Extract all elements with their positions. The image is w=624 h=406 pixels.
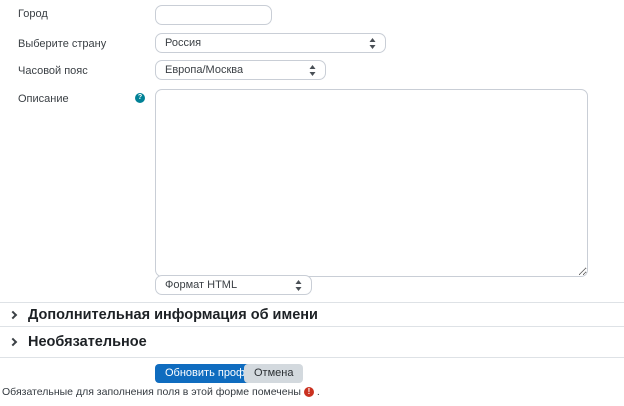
section-title: Необязательное [28,334,147,350]
required-icon: ! [304,387,314,397]
section-additional-names[interactable]: Дополнительная информация об имени [0,303,624,326]
section-optional[interactable]: Необязательное [0,328,624,356]
country-select-value: Россия [165,37,201,49]
country-select[interactable]: Россия [155,33,386,53]
country-label: Выберите страну [18,37,106,51]
select-updown-icon [369,38,376,49]
profile-edit-form: Город Выберите страну Россия Часовой поя… [0,0,624,406]
chevron-right-icon [9,338,17,346]
cancel-button[interactable]: Отмена [244,364,303,383]
description-textarea[interactable] [155,89,588,277]
timezone-select[interactable]: Европа/Москва [155,60,326,80]
select-updown-icon [309,65,316,76]
divider [0,326,624,327]
text-format-select[interactable]: Формат HTML [155,275,312,295]
timezone-label: Часовой пояс [18,64,88,78]
help-icon[interactable]: ? [135,93,145,103]
description-label: Описание [18,92,69,106]
text-format-select-value: Формат HTML [165,279,237,291]
select-updown-icon [295,280,302,291]
required-note-suffix: . [317,386,320,398]
city-input[interactable] [155,5,272,25]
city-label: Город [18,7,48,21]
timezone-select-value: Европа/Москва [165,64,243,76]
required-fields-note: Обязательные для заполнения поля в этой … [2,386,320,398]
chevron-right-icon [9,310,17,318]
section-title: Дополнительная информация об имени [28,307,318,323]
divider [0,357,624,358]
required-note-text: Обязательные для заполнения поля в этой … [2,386,301,398]
